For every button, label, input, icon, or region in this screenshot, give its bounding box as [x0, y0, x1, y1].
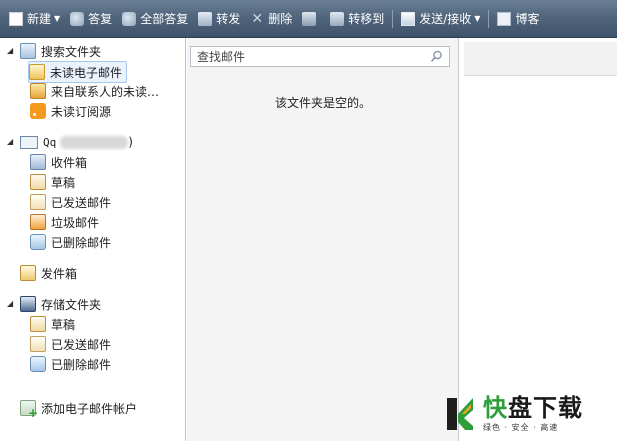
folder-inbox[interactable]: 收件箱 [30, 152, 87, 172]
watermark-slogan: 绿色 · 安全 · 高速 [483, 422, 559, 432]
kuaipan-logo-icon [447, 397, 473, 430]
drafts-icon [30, 174, 46, 190]
trash-icon [30, 234, 46, 250]
collapse-icon[interactable]: ◢ [7, 137, 15, 146]
sent-icon [30, 336, 46, 352]
search-folder-icon [20, 43, 36, 59]
sent-icon [30, 194, 46, 210]
reply-button[interactable]: 答复 [65, 7, 117, 31]
folder-pane: ◢ 搜索文件夹 未读电子邮件 来自联系人的未读… 未读订阅源 ◢ Qq ) 收件… [0, 38, 186, 441]
folder-storage-sent[interactable]: 已发送邮件 [30, 334, 111, 354]
add-email-account[interactable]: 添加电子邮件帐户 [20, 398, 137, 420]
outbox-icon [20, 265, 36, 281]
contacts-icon [30, 83, 46, 99]
drafts-icon [30, 316, 46, 332]
folder-unread-from-contacts[interactable]: 来自联系人的未读… [30, 81, 159, 101]
collapse-icon[interactable]: ◢ [7, 299, 15, 308]
new-mail-icon [9, 11, 23, 26]
blog-button[interactable]: 博客 [492, 7, 544, 31]
watermark: 快盘下载 绿色 · 安全 · 高速 [443, 386, 617, 441]
folder-storage-drafts[interactable]: 草稿 [30, 314, 75, 334]
toolbar: 新建 ▼ 答复 全部答复 转发 ✕ 删除 转移到 发送/接收 ▼ 博客 [0, 0, 617, 38]
watermark-brand: 快盘下载 [483, 393, 583, 422]
forward-button[interactable]: 转发 [193, 7, 245, 31]
folder-storage-deleted[interactable]: 已删除邮件 [30, 354, 111, 374]
empty-folder-message: 该文件夹是空的。 [274, 96, 371, 110]
send-receive-icon [401, 11, 416, 26]
reply-all-icon [122, 11, 137, 26]
inbox-icon [30, 154, 46, 170]
blog-icon [497, 11, 512, 26]
delete-icon: ✕ [251, 10, 264, 27]
send-receive-button[interactable]: 发送/接收 ▼ [396, 7, 485, 31]
account-icon [20, 135, 38, 149]
trash-icon [30, 356, 46, 372]
reading-pane-header [464, 42, 617, 76]
reply-all-button[interactable]: 全部答复 [117, 7, 193, 31]
folder-search-folders[interactable]: 搜索文件夹 [20, 41, 101, 61]
folder-storage-folders[interactable]: 存储文件夹 [20, 294, 101, 314]
folder-junk[interactable]: 垃圾邮件 [30, 212, 99, 232]
reading-pane [460, 38, 617, 441]
print-button[interactable] [297, 7, 325, 31]
add-account-icon [20, 400, 38, 420]
unread-mail-icon [29, 64, 45, 80]
folder-drafts[interactable]: 草稿 [30, 172, 75, 192]
forward-icon [198, 11, 213, 26]
folder-outbox[interactable]: 发件箱 [20, 263, 77, 283]
new-button[interactable]: 新建 ▼ [4, 7, 65, 31]
folder-unread-email[interactable]: 未读电子邮件 [28, 61, 128, 83]
chevron-down-icon[interactable]: ▼ [54, 14, 60, 23]
toolbar-separator [392, 9, 394, 28]
folder-unread-feeds[interactable]: 未读订阅源 [30, 101, 111, 121]
storage-folder-icon [20, 296, 36, 312]
toolbar-separator [488, 9, 490, 28]
collapse-icon[interactable]: ◢ [7, 46, 15, 55]
reply-icon [70, 11, 85, 26]
account-qq[interactable]: Qq ) [20, 132, 133, 152]
print-icon [302, 11, 317, 26]
message-list-pane: 查找邮件 该文件夹是空的。 [187, 38, 459, 441]
search-icon[interactable] [430, 50, 443, 63]
folder-sent[interactable]: 已发送邮件 [30, 192, 111, 212]
redacted-account-name [60, 135, 129, 149]
move-to-icon [330, 11, 345, 26]
move-to-button[interactable]: 转移到 [325, 7, 389, 31]
rss-icon [30, 103, 46, 119]
folder-deleted[interactable]: 已删除邮件 [30, 232, 111, 252]
search-input[interactable]: 查找邮件 [190, 46, 450, 67]
chevron-down-icon[interactable]: ▼ [474, 14, 480, 23]
junk-icon [30, 214, 46, 230]
delete-button[interactable]: ✕ 删除 [245, 7, 297, 31]
